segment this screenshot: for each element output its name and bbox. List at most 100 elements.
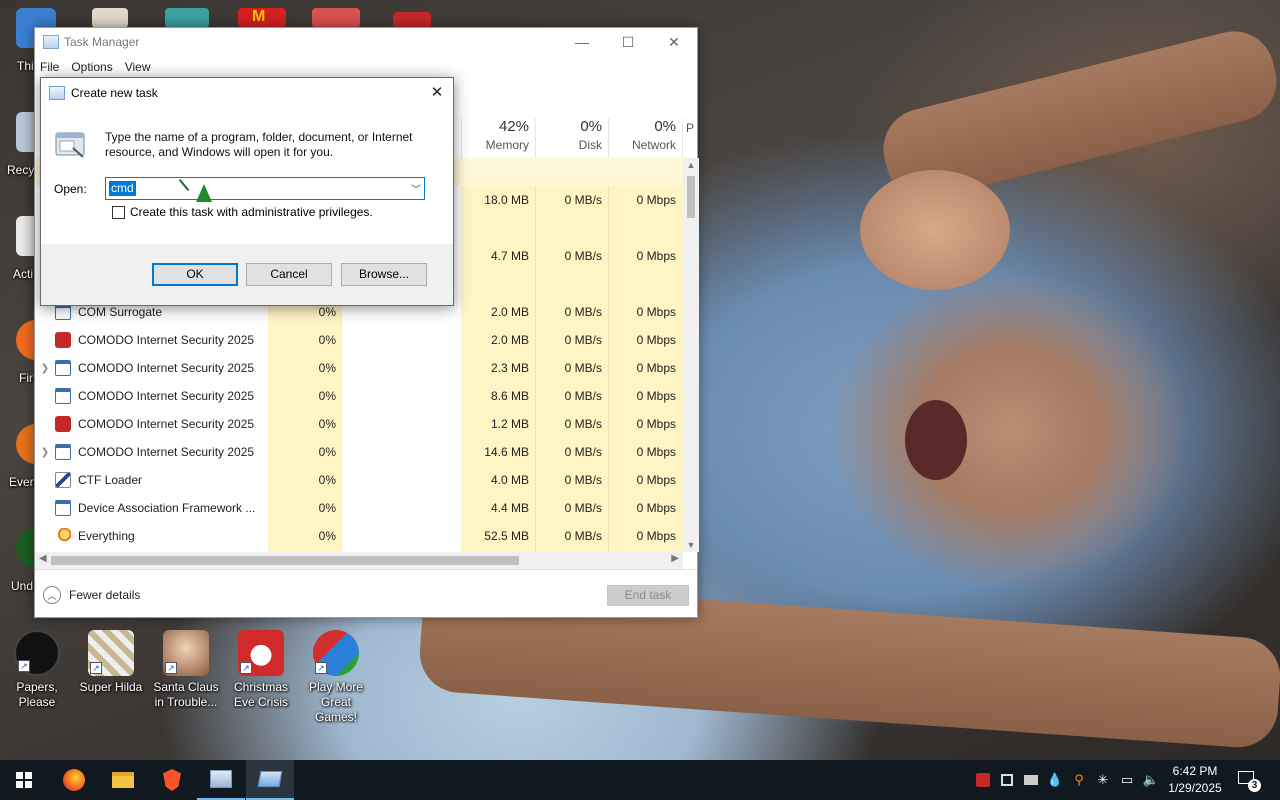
desktop-label-this-pc: Thi	[17, 59, 34, 73]
firefox-icon	[63, 769, 85, 791]
windows-logo-icon	[16, 772, 32, 788]
table-row[interactable]: COMODO Internet Security 2025 0% 1.2 MB 0 M…	[35, 410, 683, 438]
taskbar-task-manager[interactable]	[197, 760, 245, 800]
process-name: CTF Loader	[78, 473, 143, 487]
open-input-value[interactable]: cmd	[109, 181, 136, 196]
window-icon	[55, 360, 71, 376]
desktop-icon-santa-claus[interactable]: ↗ Santa Claus in Trouble...	[153, 630, 219, 710]
table-row[interactable]: Everything 0% 52.5 MB 0 MB/s 0 Mbps	[35, 522, 683, 550]
chevron-down-icon[interactable]: ﹀	[411, 181, 421, 196]
admin-privileges-option[interactable]: Create this task with administrative pri…	[112, 205, 373, 219]
row-disk: 0 MB/s	[564, 249, 602, 263]
row-network: 0 Mbps	[636, 361, 676, 375]
menu-file[interactable]: File	[40, 60, 59, 74]
row-network: 0 Mbps	[636, 417, 676, 431]
dialog-close-button[interactable]: ✕	[421, 78, 453, 108]
desktop-label-recycle-bin: Recy	[7, 163, 35, 177]
vertical-scrollbar[interactable]: ▲ ▼	[683, 158, 699, 552]
menu-view[interactable]: View	[125, 60, 151, 74]
desktop-icon-top-3[interactable]	[165, 8, 209, 28]
row-disk: 0 MB/s	[564, 473, 602, 487]
droplet-tray-icon[interactable]: 💧	[1046, 771, 1064, 789]
column-header-power[interactable]: P	[682, 118, 698, 158]
santa-claus-icon: ↗	[163, 630, 209, 676]
vertical-scroll-thumb[interactable]	[687, 176, 695, 218]
desktop-icon-top-5[interactable]	[312, 8, 360, 28]
volume-muted-icon[interactable]: 🔈	[1142, 771, 1160, 789]
table-row[interactable]: COMODO Internet Security 2025 0% 8.6 MB 0 M…	[35, 382, 683, 410]
taskbar-run-dialog[interactable]	[246, 760, 294, 800]
sun-tray-icon[interactable]: ✳	[1094, 771, 1112, 789]
memory-column-label: Memory	[485, 138, 529, 152]
desktop-icon-top-2[interactable]	[92, 8, 128, 28]
monitor-tray-icon[interactable]	[998, 771, 1016, 789]
comodo-tray-icon[interactable]	[974, 771, 992, 789]
row-memory: 2.0 MB	[490, 305, 529, 319]
admin-privileges-label: Create this task with administrative pri…	[130, 205, 373, 219]
minimize-button[interactable]: —	[559, 28, 605, 56]
network-tray-icon[interactable]: ▭	[1118, 771, 1136, 789]
table-row[interactable]: COMODO Internet Security 2025 0% 2.0 MB 0 M…	[35, 326, 683, 354]
power-column-label: P	[686, 121, 695, 135]
row-memory: 4.0 MB	[490, 473, 529, 487]
system-clock[interactable]: 6:42 PM 1/29/2025	[1162, 763, 1228, 797]
expand-chevron-icon[interactable]: ❯	[35, 447, 55, 458]
desktop-icon-play-more-games[interactable]: ↗ Play More Great Games!	[303, 630, 369, 725]
dialog-titlebar[interactable]: Create new task	[41, 78, 453, 108]
row-disk: 0 MB/s	[564, 193, 602, 207]
action-center-button[interactable]: 3	[1236, 770, 1261, 792]
horizontal-scrollbar[interactable]: ◀ ▶	[35, 552, 683, 569]
process-name: COMODO Internet Security 2025	[78, 445, 255, 459]
column-header-disk[interactable]: 0% Disk	[535, 118, 608, 158]
expand-chevron-icon[interactable]: ❯	[35, 363, 55, 374]
browse-button[interactable]: Browse...	[341, 263, 427, 286]
admin-privileges-checkbox[interactable]	[112, 205, 125, 219]
open-combobox[interactable]: cmd ﹀	[105, 177, 425, 200]
horizontal-scroll-thumb[interactable]	[51, 556, 519, 565]
search-tray-icon[interactable]: ⚲	[1070, 771, 1088, 789]
desktop-icon-mcdonalds[interactable]: M	[238, 8, 286, 28]
row-memory: 2.3 MB	[490, 361, 529, 375]
scroll-down-icon[interactable]: ▼	[683, 540, 699, 550]
table-row[interactable]: Device Association Framework ... 0% 4.4 MB…	[35, 494, 683, 522]
window-icon	[55, 444, 71, 460]
taskbar-firefox[interactable]	[50, 760, 98, 800]
menu-options[interactable]: Options	[71, 60, 112, 74]
clock-time: 6:42 PM	[1172, 764, 1218, 778]
column-header-memory[interactable]: 42% Memory	[461, 118, 535, 158]
row-disk: 0 MB/s	[564, 501, 602, 515]
table-row[interactable]: CTF Loader 0% 4.0 MB 0 MB/s 0 Mbps	[35, 466, 683, 494]
row-memory: 4.7 MB	[490, 249, 529, 263]
row-disk: 0 MB/s	[564, 445, 602, 459]
desktop-icon-papers-please[interactable]: ↗ Papers, Please	[4, 630, 70, 710]
taskbar-brave[interactable]	[148, 760, 196, 800]
close-button[interactable]: ✕	[651, 28, 697, 56]
end-task-button[interactable]: End task	[607, 585, 689, 606]
maximize-button[interactable]: ☐	[605, 28, 651, 56]
wallpaper-mouth	[905, 400, 967, 480]
ok-button[interactable]: OK	[152, 263, 238, 286]
scroll-right-icon[interactable]: ▶	[671, 553, 679, 564]
cancel-button[interactable]: Cancel	[246, 263, 332, 286]
scroll-left-icon[interactable]: ◀	[39, 553, 47, 564]
fewer-details-button[interactable]: ︿ Fewer details	[43, 586, 140, 604]
start-button[interactable]	[0, 760, 48, 800]
christmas-eve-crisis-icon: ↗	[238, 630, 284, 676]
desktop-icon-comodo[interactable]	[393, 12, 431, 28]
desktop-icon-label: Santa Claus in Trouble...	[153, 680, 219, 709]
display-tray-icon[interactable]	[1022, 771, 1040, 789]
row-cpu: 0%	[318, 529, 336, 543]
desktop-icon-label: Christmas Eve Crisis	[233, 680, 288, 709]
process-name: COMODO Internet Security 2025	[78, 361, 255, 375]
desktop-icon-christmas-eve-crisis[interactable]: ↗ Christmas Eve Crisis	[228, 630, 294, 710]
table-row[interactable]: ❯ COMODO Internet Security 2025 0% 14.6 MB 0…	[35, 438, 683, 466]
play-more-games-icon: ↗	[313, 630, 359, 676]
table-row[interactable]: ❯ COMODO Internet Security 2025 0% 2.3 MB 0 …	[35, 354, 683, 382]
row-cpu: 0%	[318, 305, 336, 319]
desktop-icon-super-hilda[interactable]: ↗ Super Hilda	[78, 630, 144, 695]
column-header-network[interactable]: 0% Network	[608, 118, 682, 158]
scroll-up-icon[interactable]: ▲	[683, 160, 699, 170]
task-manager-menubar: File Options View	[35, 56, 697, 78]
row-network: 0 Mbps	[636, 445, 676, 459]
taskbar-file-explorer[interactable]	[99, 760, 147, 800]
